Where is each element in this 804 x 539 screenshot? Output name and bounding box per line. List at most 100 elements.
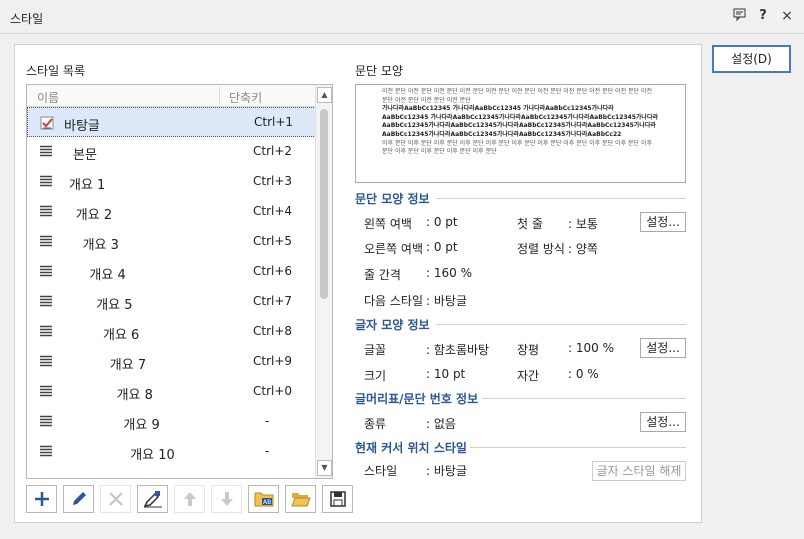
style-name: 개요 6 xyxy=(103,328,140,343)
style-row[interactable]: 개요 1 Ctrl+3 xyxy=(27,167,316,197)
char-info-title: 글자 모양 정보 xyxy=(355,318,430,332)
title-bar: 스타일 ? × xyxy=(0,0,804,34)
style-list[interactable]: 이름 단축키 바탕글 Ctrl+1 본문 Ctrl+2 개요 1 Ctrl+3 개요 2 Ct… xyxy=(26,84,333,479)
list-header: 이름 단축키 xyxy=(27,85,316,107)
line-spacing-value: : 160 % xyxy=(426,266,472,280)
style-name: 개요 2 xyxy=(75,208,113,223)
style-shortcut: Ctrl+3 xyxy=(253,174,293,188)
paragraph-style-icon xyxy=(39,205,55,219)
style-row[interactable]: 바탕글 Ctrl+1 xyxy=(27,107,316,137)
add-style-button[interactable] xyxy=(26,485,57,513)
right-margin-value: : 0 pt xyxy=(426,240,458,254)
char-settings-button[interactable]: 설정... xyxy=(640,338,686,358)
style-shortcut: - xyxy=(265,414,270,428)
svg-text:AB: AB xyxy=(263,499,271,506)
paragraph-style-icon xyxy=(39,235,55,249)
pencil-icon xyxy=(72,492,86,505)
style-name: 개요 4 xyxy=(89,268,126,283)
first-line-value: : 보통 xyxy=(568,217,598,231)
size-label: 크기 xyxy=(364,369,387,383)
spacing-value: : 0 % xyxy=(568,367,599,381)
spacing-label: 자간 xyxy=(517,369,540,383)
list-scrollbar[interactable]: ▲ ▼ xyxy=(315,85,332,478)
style-shortcut: Ctrl+8 xyxy=(253,324,293,338)
plus-icon xyxy=(34,492,49,506)
align-label: 정렬 방식 xyxy=(517,242,565,256)
window-title: 스타일 xyxy=(10,12,44,26)
paragraph-style-icon xyxy=(39,295,55,309)
style-name: 개요 5 xyxy=(96,298,133,313)
align-value: : 양쪽 xyxy=(568,242,598,256)
style-row[interactable]: 개요 7 Ctrl+9 xyxy=(27,347,316,377)
list-toolbar: AB xyxy=(26,485,353,513)
scroll-up-icon[interactable]: ▲ xyxy=(317,87,332,103)
comment-icon[interactable] xyxy=(732,8,746,24)
left-margin-label: 왼쪽 여백 xyxy=(364,217,412,231)
help-icon[interactable]: ? xyxy=(756,8,770,24)
style-row[interactable]: 개요 6 Ctrl+8 xyxy=(27,317,316,347)
style-row[interactable]: 개요 9 - xyxy=(27,407,316,437)
save-style-button[interactable] xyxy=(322,485,353,513)
style-name: 개요 10 xyxy=(130,448,175,463)
style-row[interactable]: 개요 4 Ctrl+6 xyxy=(27,257,316,287)
style-row[interactable]: 본문 Ctrl+2 xyxy=(27,137,316,167)
eyedropper-icon xyxy=(143,491,162,508)
style-shortcut: Ctrl+9 xyxy=(253,354,293,368)
cursor-style-label: 스타일 xyxy=(364,464,398,478)
bullet-type-value: : 없음 xyxy=(426,417,456,431)
edit-style-button[interactable] xyxy=(63,485,94,513)
arrow-down-icon xyxy=(220,492,233,506)
paragraph-style-icon xyxy=(39,415,55,429)
import-style-button[interactable]: AB xyxy=(248,485,279,513)
cursor-style-value: : 바탕글 xyxy=(426,464,467,478)
style-row[interactable]: 개요 8 Ctrl+0 xyxy=(27,377,316,407)
style-row[interactable]: 개요 10 - xyxy=(27,437,316,467)
preview-next-text: 이후 문단 이후 문단 이후 문단 이후 문단 이후 문단 이후 문단 이후 문… xyxy=(382,139,652,156)
open-style-button[interactable] xyxy=(285,485,316,513)
paragraph-style-icon xyxy=(39,145,55,159)
style-name: 개요 7 xyxy=(109,358,147,373)
style-picker-button[interactable] xyxy=(137,485,168,513)
cursor-info-title: 현재 커서 위치 스타일 xyxy=(355,441,467,455)
style-row[interactable]: 개요 5 Ctrl+7 xyxy=(27,287,316,317)
paragraph-style-icon xyxy=(39,265,55,279)
paragraph-preview: 이전 문단 이전 문단 이전 문단 이전 문단 이전 문단 이전 문단 이전 문… xyxy=(355,84,686,183)
scroll-down-icon[interactable]: ▼ xyxy=(317,460,332,476)
paragraph-style-icon xyxy=(39,445,55,459)
clear-char-style-button[interactable]: 글자 스타일 해제 xyxy=(592,461,686,481)
style-shortcut: Ctrl+1 xyxy=(254,115,294,129)
style-name: 바탕글 xyxy=(64,119,100,134)
move-down-button[interactable] xyxy=(211,485,242,513)
divider xyxy=(482,398,686,399)
close-icon[interactable]: × xyxy=(780,8,794,24)
style-shortcut: Ctrl+4 xyxy=(253,204,293,218)
style-shortcut: Ctrl+6 xyxy=(253,264,293,278)
move-up-button[interactable] xyxy=(174,485,205,513)
paragraph-style-icon xyxy=(39,175,55,189)
scroll-thumb[interactable] xyxy=(320,109,328,299)
preview-sample-text: 가나다라AaBbCc12345 가나다라AaBbCc12345 가나다라AaBb… xyxy=(382,105,658,138)
style-row[interactable]: 개요 3 Ctrl+5 xyxy=(27,227,316,257)
divider xyxy=(436,324,686,325)
apply-button[interactable]: 설정(D) xyxy=(712,45,791,73)
style-shortcut: - xyxy=(265,444,270,458)
right-margin-label: 오른쪽 여백 xyxy=(364,242,424,256)
delete-icon xyxy=(108,492,123,506)
bullet-type-label: 종류 xyxy=(364,417,387,431)
style-name: 개요 3 xyxy=(82,238,119,253)
style-name: 개요 9 xyxy=(123,418,160,433)
first-line-label: 첫 줄 xyxy=(517,217,543,231)
column-name-header[interactable]: 이름 xyxy=(37,89,59,106)
delete-style-button[interactable] xyxy=(100,485,131,513)
folder-open-icon xyxy=(290,493,311,507)
style-shortcut: Ctrl+0 xyxy=(253,384,293,398)
bullet-settings-button[interactable]: 설정... xyxy=(640,412,686,432)
size-value: : 10 pt xyxy=(426,367,466,381)
column-key-header[interactable]: 단축키 xyxy=(229,89,262,106)
style-row[interactable]: 개요 2 Ctrl+4 xyxy=(27,197,316,227)
paragraph-style-icon xyxy=(39,325,55,339)
para-settings-button[interactable]: 설정... xyxy=(640,212,686,232)
divider xyxy=(470,447,686,448)
preview-prev-text: 이전 문단 이전 문단 이전 문단 이전 문단 이전 문단 이전 문단 이전 문… xyxy=(382,88,652,104)
folder-style-icon: AB xyxy=(254,492,273,507)
